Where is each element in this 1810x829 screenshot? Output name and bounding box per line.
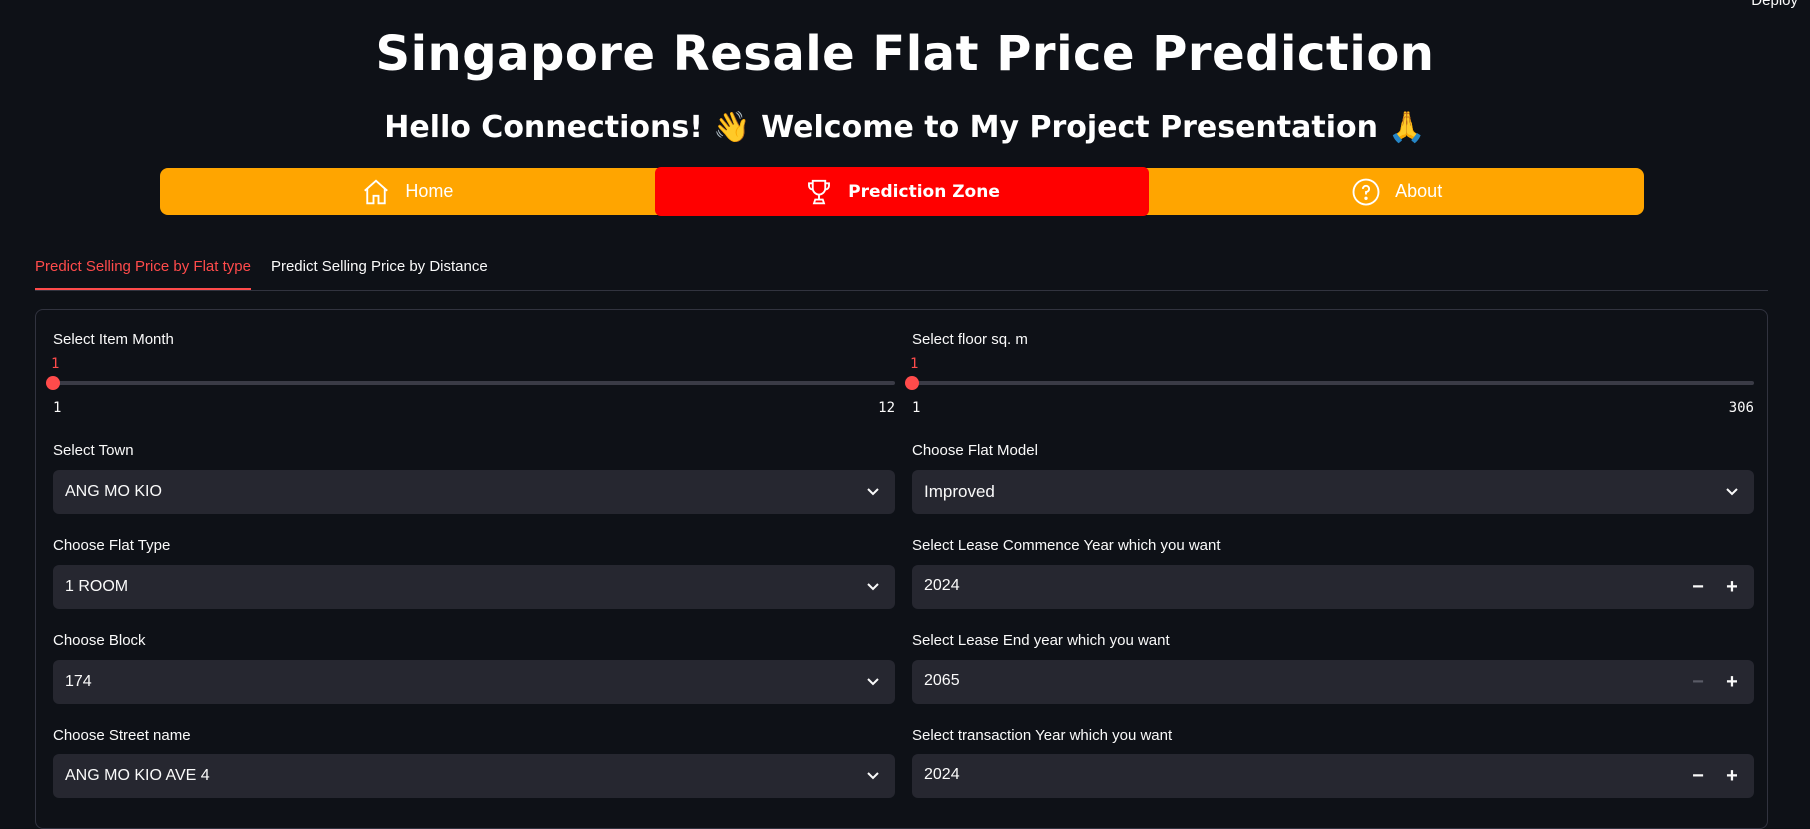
item-month-min: 1	[53, 400, 62, 416]
lease-commence-input[interactable]: 2024 − +	[912, 565, 1754, 609]
form-container: Select Item Month 1 1 12 Select Town ANG…	[35, 309, 1768, 829]
transaction-year-label: Select transaction Year which you want	[912, 727, 1173, 744]
option-menu: Home Prediction Zone About	[160, 167, 1644, 216]
nav-home-label: Home	[405, 181, 454, 201]
lease-end-input[interactable]: 2065 − +	[912, 660, 1754, 704]
flat-model-select-value: Improved	[924, 482, 995, 501]
lease-commence-label: Select Lease Commence Year which you wan…	[912, 537, 1221, 554]
flat-type-select[interactable]: 1 ROOM	[53, 565, 895, 609]
item-month-value: 1	[51, 356, 60, 372]
tab-bar: Predict Selling Price by Flat type Predi…	[35, 250, 1768, 291]
street-select[interactable]: ANG MO KIO AVE 4	[53, 754, 895, 798]
street-label: Choose Street name	[53, 727, 191, 744]
chevron-down-icon	[867, 678, 879, 686]
item-month-slider-thumb[interactable]	[46, 376, 60, 390]
lease-end-decrement-button[interactable]: −	[1682, 666, 1714, 698]
floor-sqm-label: Select floor sq. m	[912, 331, 1028, 348]
tab-flat-type[interactable]: Predict Selling Price by Flat type	[35, 250, 251, 290]
item-month-label: Select Item Month	[53, 331, 174, 348]
town-select-value: ANG MO KIO	[65, 483, 162, 500]
floor-sqm-value: 1	[910, 356, 919, 372]
flat-model-label: Choose Flat Model	[912, 442, 1038, 459]
chevron-down-icon	[867, 772, 879, 780]
chevron-down-icon	[1726, 488, 1738, 496]
town-select[interactable]: ANG MO KIO	[53, 470, 895, 514]
page-title: Singapore Resale Flat Price Prediction	[375, 26, 1435, 82]
transaction-year-input[interactable]: 2024 − +	[912, 754, 1754, 798]
chevron-down-icon	[867, 488, 879, 496]
chevron-down-icon	[867, 583, 879, 591]
nav-about[interactable]: About	[1149, 168, 1644, 215]
flat-type-label: Choose Flat Type	[53, 537, 171, 554]
lease-end-value: 2065	[924, 672, 960, 689]
lease-end-label: Select Lease End year which you want	[912, 632, 1170, 649]
transaction-year-value: 2024	[924, 766, 960, 783]
block-select[interactable]: 174	[53, 660, 895, 704]
town-label: Select Town	[53, 442, 134, 459]
question-icon	[1352, 178, 1380, 205]
lease-commence-decrement-button[interactable]: −	[1682, 571, 1714, 603]
lease-commence-value: 2024	[924, 577, 960, 594]
nav-home[interactable]: Home	[160, 168, 655, 215]
street-select-value: ANG MO KIO AVE 4	[65, 767, 210, 784]
trophy-icon	[808, 179, 831, 204]
page-subtitle: Hello Connections! 👋 Welcome to My Proje…	[384, 110, 1426, 145]
transaction-year-increment-button[interactable]: +	[1716, 760, 1748, 792]
item-month-slider-track[interactable]	[53, 381, 895, 385]
block-select-value: 174	[65, 673, 92, 690]
tab-distance[interactable]: Predict Selling Price by Distance	[271, 250, 488, 288]
transaction-year-decrement-button[interactable]: −	[1682, 760, 1714, 792]
lease-end-increment-button[interactable]: +	[1716, 666, 1748, 698]
floor-sqm-min: 1	[912, 400, 921, 416]
floor-sqm-slider-thumb[interactable]	[905, 376, 919, 390]
block-label: Choose Block	[53, 632, 146, 649]
nav-prediction-zone[interactable]: Prediction Zone	[654, 167, 1150, 216]
item-month-max: 12	[878, 400, 895, 416]
nav-about-label: About	[1395, 181, 1443, 201]
floor-sqm-slider-track[interactable]	[912, 381, 1754, 385]
home-icon	[364, 178, 389, 204]
flat-type-select-value: 1 ROOM	[65, 578, 129, 595]
deploy-button[interactable]: Deploy	[1751, 0, 1798, 9]
nav-prediction-zone-label: Prediction Zone	[848, 181, 1000, 202]
lease-commence-increment-button[interactable]: +	[1716, 571, 1748, 603]
floor-sqm-max: 306	[1728, 400, 1754, 416]
flat-model-select[interactable]: Improved	[912, 470, 1754, 514]
